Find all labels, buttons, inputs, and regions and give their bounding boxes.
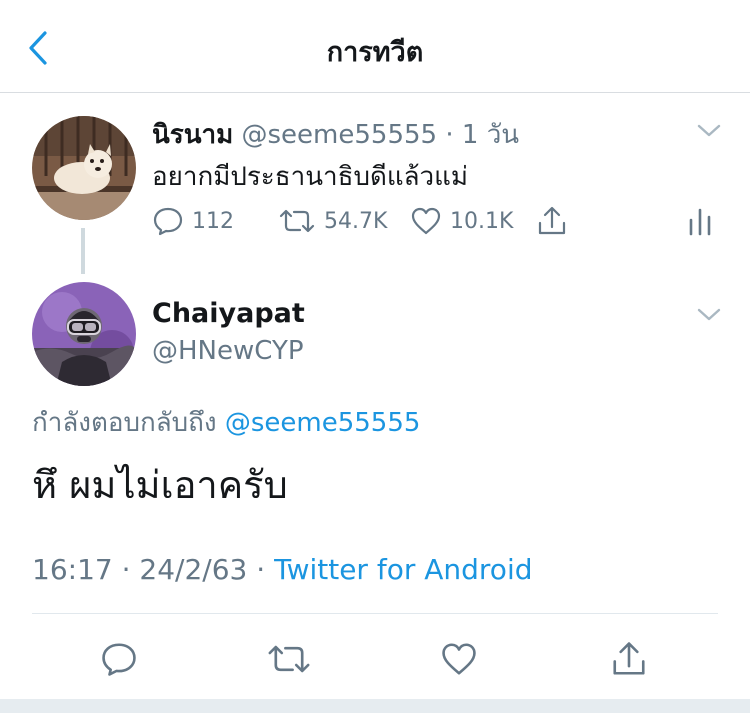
main-avatar[interactable] <box>32 282 136 386</box>
main-author-name[interactable]: Chaiyapat <box>152 298 305 329</box>
main-tweet-menu-button[interactable] <box>696 306 722 324</box>
replying-to-handle-link[interactable]: @seeme55555 <box>225 408 421 438</box>
main-tweet-text: หึ ผมไม่เอาครับ <box>32 463 288 507</box>
retweet-action[interactable]: 54.7K <box>278 200 387 242</box>
separator-dot: · <box>445 120 454 150</box>
parent-avatar[interactable] <box>32 116 136 220</box>
diver-photo-avatar-image <box>32 282 136 386</box>
parent-tweet-text: อยากมีประธานาธิบดีแล้วแม่ <box>152 162 469 192</box>
reply-count: 112 <box>192 208 234 234</box>
share-icon <box>613 642 645 675</box>
share-action[interactable] <box>536 200 568 242</box>
separator-dot: · <box>256 553 266 586</box>
like-count: 10.1K <box>450 208 514 234</box>
main-share-button[interactable] <box>602 632 656 686</box>
thread-connector-line <box>81 228 85 274</box>
main-retweet-button[interactable] <box>262 632 316 686</box>
main-like-button[interactable] <box>432 632 486 686</box>
heart-icon <box>442 643 476 675</box>
reply-icon <box>102 643 136 676</box>
dog-photo-avatar-image <box>32 116 136 220</box>
analytics-icon <box>689 208 711 236</box>
like-action[interactable]: 10.1K <box>410 200 513 242</box>
divider <box>32 613 718 614</box>
replying-to-line: กำลังตอบกลับถึง @seeme55555 <box>32 402 420 443</box>
parent-tweet-menu-button[interactable] <box>696 122 722 140</box>
page-title: การทวีต <box>326 37 424 68</box>
main-reply-button[interactable] <box>92 632 146 686</box>
retweet-count: 54.7K <box>324 208 388 234</box>
tweet-metadata: 16:17 · 24/2/63 · Twitter for Android <box>32 553 533 586</box>
parent-author-handle[interactable]: @seeme55555 <box>242 120 438 150</box>
reply-icon <box>153 207 183 236</box>
analytics-action[interactable] <box>688 200 712 242</box>
share-icon <box>538 206 566 235</box>
tweet-source-link[interactable]: Twitter for Android <box>274 553 532 586</box>
chevron-down-icon <box>697 124 721 137</box>
parent-author-name[interactable]: นิรนาม <box>152 120 233 150</box>
heart-icon <box>411 207 441 235</box>
main-author-handle[interactable]: @HNewCYP <box>152 336 304 366</box>
tweet-date: 24/2/63 <box>139 553 248 586</box>
separator-dot: · <box>121 553 131 586</box>
replying-to-label: กำลังตอบกลับถึง <box>32 408 217 438</box>
chevron-down-icon <box>697 308 721 321</box>
footer-separator <box>0 699 750 713</box>
tweet-time: 16:17 <box>32 553 113 586</box>
retweet-icon <box>268 645 310 673</box>
navigation-bar: การทวีต <box>0 0 750 93</box>
parent-tweet-time[interactable]: 1 วัน <box>462 120 519 150</box>
retweet-icon <box>279 209 315 233</box>
reply-action[interactable]: 112 <box>152 200 234 242</box>
parent-tweet-header: นิรนาม @seeme55555 · 1 วัน <box>152 114 519 155</box>
